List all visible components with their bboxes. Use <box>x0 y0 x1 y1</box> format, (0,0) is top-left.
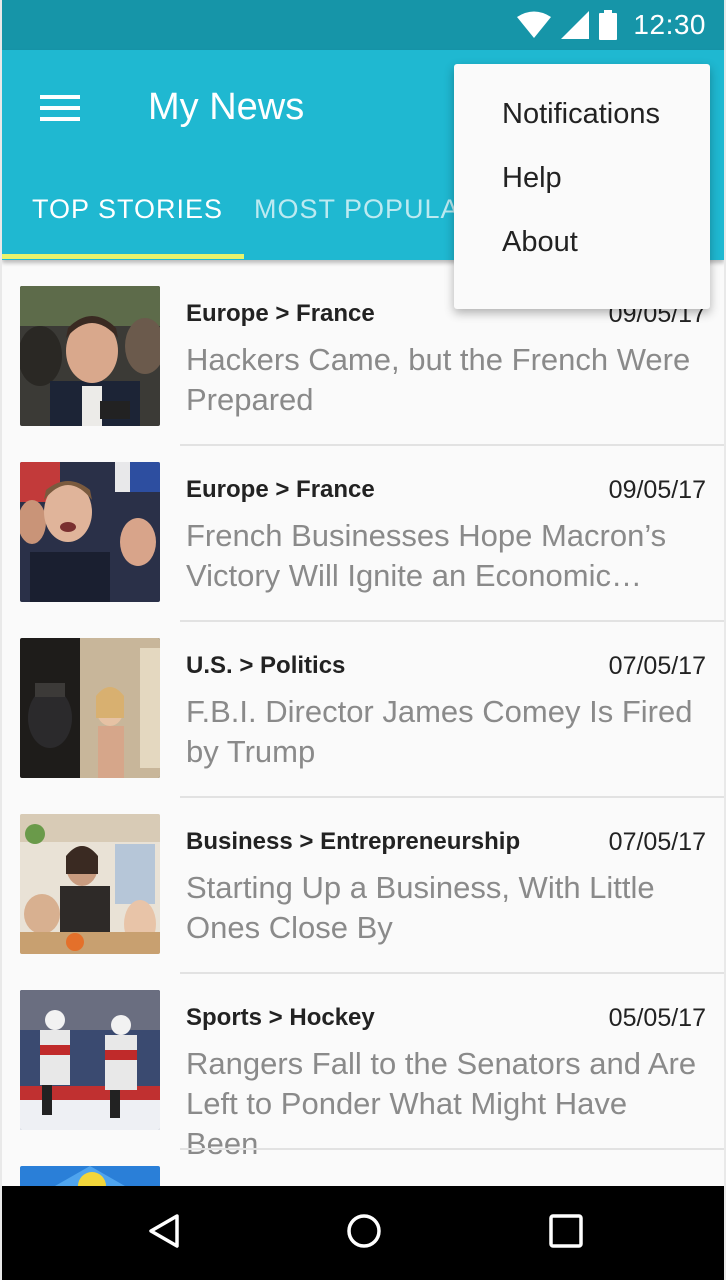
article-date: 05/05/17 <box>608 1004 706 1032</box>
article-date: 09/05/17 <box>608 476 706 504</box>
tab-most-popular[interactable]: MOST POPULA <box>254 194 460 225</box>
menu-item-notifications[interactable]: Notifications <box>502 98 660 131</box>
article-headline: Rangers Fall to the Senators and Are Lef… <box>186 1046 697 1161</box>
article-headline: F.B.I. Director James Comey Is Fired by … <box>186 694 693 769</box>
article-thumbnail <box>20 814 160 954</box>
status-bar: 12:30 <box>2 0 724 50</box>
article-thumbnail <box>20 462 160 602</box>
signal-icon <box>561 11 590 39</box>
wifi-icon <box>517 11 552 38</box>
status-time: 12:30 <box>633 9 706 40</box>
article-row[interactable]: Business > Entrepreneurship 07/05/17 Sta… <box>2 798 724 974</box>
article-date: 07/05/17 <box>608 828 706 856</box>
menu-item-about[interactable]: About <box>502 226 578 259</box>
battery-icon <box>599 10 618 40</box>
back-icon[interactable] <box>147 1213 181 1249</box>
article-thumbnail <box>20 286 160 426</box>
menu-item-help[interactable]: Help <box>502 162 562 195</box>
article-headline: French Businesses Hope Macron’s Victory … <box>186 518 667 593</box>
recents-icon[interactable] <box>548 1213 584 1249</box>
article-row[interactable]: U.S. > Politics 07/05/17 F.B.I. Director… <box>2 622 724 798</box>
hamburger-menu-icon[interactable] <box>40 95 80 123</box>
status-icons: 12:30 <box>517 9 706 41</box>
home-icon[interactable] <box>346 1213 382 1249</box>
app-title: My News <box>148 86 305 128</box>
article-headline: Hackers Came, but the French Were Prepar… <box>186 342 691 417</box>
phone-screen: 12:30 My News TOP STORIES MOST POPULA No… <box>2 0 724 1280</box>
article-list: Europe > France 09/05/17 Hackers Came, b… <box>2 270 724 1280</box>
article-headline: Starting Up a Business, With Little Ones… <box>186 870 655 945</box>
article-row[interactable]: Sports > Hockey 05/05/17 Rangers Fall to… <box>2 974 724 1161</box>
article-row[interactable]: Europe > France 09/05/17 French Business… <box>2 446 724 622</box>
tab-top-stories[interactable]: TOP STORIES <box>32 194 223 225</box>
article-date: 07/05/17 <box>608 652 706 680</box>
article-thumbnail <box>20 638 160 778</box>
article-thumbnail <box>20 990 160 1130</box>
navigation-bar <box>2 1186 724 1280</box>
overflow-menu: Notifications Help About <box>454 64 710 309</box>
tab-indicator <box>2 254 244 259</box>
